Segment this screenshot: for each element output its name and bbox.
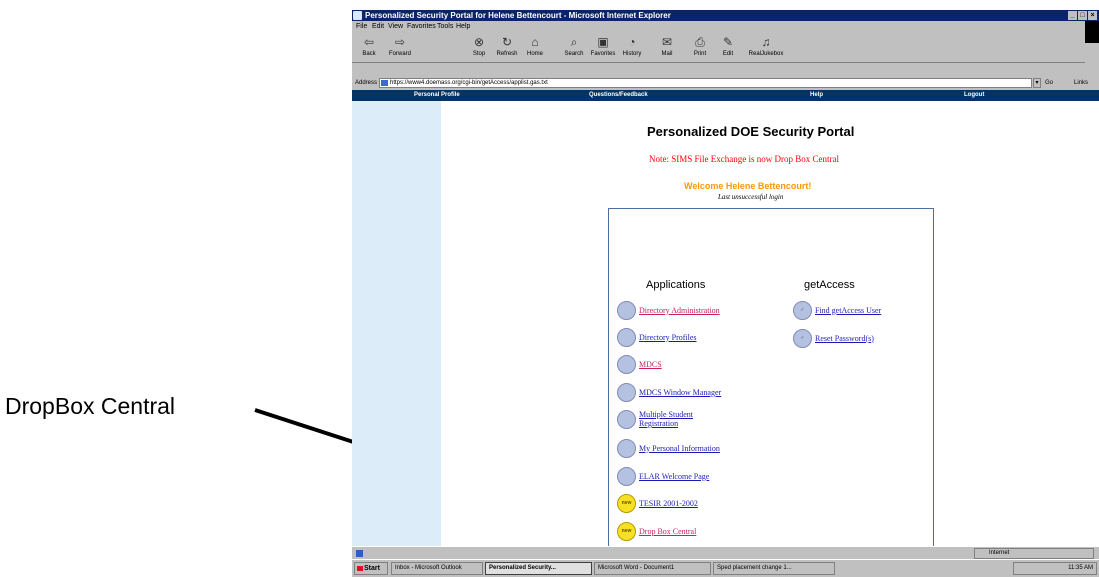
page-content: Personal Profile Questions/Feedback Help… [352, 90, 1099, 546]
browser-window: Personalized Security Portal for Helene … [352, 10, 1099, 577]
task-outlook[interactable]: Inbox - Microsoft Outlook [391, 562, 483, 575]
menu-file[interactable]: File [356, 21, 367, 32]
app-mdcs[interactable]: MDCS [617, 354, 662, 374]
app-directory-profiles[interactable]: Directory Profiles [617, 327, 697, 347]
internet-zone-text: Internet [989, 550, 1010, 556]
security-zone: Internet [974, 548, 1094, 559]
refresh-button[interactable]: ↻ Refresh [492, 34, 522, 60]
windows-logo-icon [1085, 21, 1099, 43]
clock: 11:35 AM [1068, 565, 1093, 571]
portal-nav: Personal Profile Questions/Feedback Help… [352, 90, 1099, 101]
stop-button[interactable]: ⊗ Stop [464, 34, 494, 60]
welcome-text: Welcome Helene Bettencourt! [684, 181, 812, 191]
notice-text: Note: SIMS File Exchange is now Drop Box… [649, 154, 839, 164]
chevron-down-icon[interactable]: ▾ [1033, 78, 1041, 88]
forward-arrow-icon: ⇨ [394, 35, 406, 49]
application-icon [617, 327, 636, 347]
app-multiple-student-registration[interactable]: Multiple Student Registration [617, 408, 699, 430]
edit-icon: ✎ [722, 35, 734, 49]
application-icon [617, 438, 636, 458]
ie-status-icon [356, 550, 363, 557]
history-button[interactable]: ◔ History [617, 34, 647, 60]
mail-icon: ✉ [661, 35, 673, 49]
menu-favorites[interactable]: Favorites [407, 21, 436, 32]
stop-icon: ⊗ [473, 35, 485, 49]
refresh-icon: ↻ [501, 35, 513, 49]
page-title: Personalized DOE Security Portal [647, 124, 855, 139]
window-controls: _ □ × [1068, 11, 1097, 20]
search-icon: ⌕ [570, 35, 578, 49]
edit-button[interactable]: ✎ Edit [713, 34, 743, 60]
system-tray: 11:35 AM [1013, 562, 1097, 575]
history-icon: ◔ [628, 35, 636, 49]
taskbar: Start Inbox - Microsoft Outlook Personal… [352, 559, 1099, 577]
getaccess-heading: getAccess [804, 279, 855, 291]
title-bar: Personalized Security Portal for Helene … [352, 10, 1099, 21]
realjukebox-button[interactable]: ♫ RealJukebox [742, 34, 790, 60]
status-bar: Internet [352, 546, 1099, 560]
back-arrow-icon: ⇦ [363, 35, 375, 49]
nav-help[interactable]: Help [810, 90, 823, 101]
start-button[interactable]: Start [354, 562, 388, 575]
windows-flag-icon [357, 566, 363, 571]
app-tesir-2001-2002[interactable]: new TESIR 2001-2002 [617, 493, 698, 513]
callout-label: DropBox Central [5, 393, 176, 419]
realjukebox-icon: ♫ [761, 35, 771, 49]
getaccess-icon: ✓ [793, 300, 812, 320]
close-button[interactable]: × [1088, 11, 1097, 20]
menu-help[interactable]: Help [456, 21, 470, 32]
page-icon [381, 80, 388, 86]
app-directory-administration[interactable]: Directory Administration [617, 300, 720, 320]
maximize-button[interactable]: □ [1078, 11, 1087, 20]
menu-edit[interactable]: Edit [372, 21, 384, 32]
applications-heading: Applications [646, 279, 706, 291]
home-button[interactable]: ⌂ Home [520, 34, 550, 60]
application-icon [617, 466, 636, 486]
app-drop-box-central[interactable]: new Drop Box Central [617, 521, 696, 541]
minimize-button[interactable]: _ [1068, 11, 1077, 20]
application-icon [617, 300, 636, 320]
search-button[interactable]: ⌕ Search [559, 34, 589, 60]
new-badge-icon: new [617, 493, 636, 513]
address-url: https://www4.doemass.org/cgi-bin/getAcce… [390, 80, 548, 86]
menu-bar: File Edit View Favorites Tools Help [352, 21, 1099, 32]
app-elar-welcome-page[interactable]: ELAR Welcome Page [617, 466, 709, 486]
toolbar: ⇦ Back ⇨ Forward ⊗ Stop ↻ Refresh ⌂ Home ⌕ Sea… [352, 32, 1085, 63]
home-icon: ⌂ [531, 35, 539, 49]
favorites-icon: ▣ [597, 35, 609, 49]
print-button[interactable]: ⎙ Print [685, 34, 715, 60]
task-security-portal[interactable]: Personalized Security... [485, 562, 592, 575]
nav-personal-profile[interactable]: Personal Profile [414, 90, 460, 101]
menu-view[interactable]: View [388, 21, 403, 32]
window-title: Personalized Security Portal for Helene … [365, 11, 671, 20]
application-icon [617, 354, 636, 374]
new-badge-icon: new [617, 521, 636, 541]
nav-questions-feedback[interactable]: Questions/Feedback [589, 90, 648, 101]
application-icon [617, 382, 636, 402]
last-login-text: Last unsuccessful login [718, 193, 784, 201]
left-column [352, 101, 441, 546]
menu-tools[interactable]: Tools [437, 21, 453, 32]
app-mdcs-window-manager[interactable]: MDCS Window Manager [617, 382, 721, 402]
forward-button[interactable]: ⇨ Forward [385, 34, 415, 60]
task-word[interactable]: Microsoft Word - Document1 [594, 562, 711, 575]
favorites-button[interactable]: ▣ Favorites [588, 34, 618, 60]
getaccess-icon: ✓ [793, 328, 812, 348]
links-button[interactable]: Links [1074, 77, 1088, 89]
address-bar: Address https://www4.doemass.org/cgi-bin… [352, 77, 1099, 89]
task-sped-placement[interactable]: Sped placement change 1... [713, 562, 835, 575]
print-icon: ⎙ [695, 35, 705, 49]
address-label: Address [355, 80, 378, 86]
app-my-personal-information[interactable]: My Personal Information [617, 438, 720, 458]
go-button[interactable]: Go [1045, 77, 1053, 89]
address-field[interactable]: https://www4.doemass.org/cgi-bin/getAcce… [379, 78, 1032, 88]
getaccess-reset-password[interactable]: ✓ Reset Password(s) [793, 328, 874, 348]
ie-icon [353, 11, 362, 20]
application-icon [617, 409, 636, 429]
getaccess-find-user[interactable]: ✓ Find getAccess User [793, 300, 881, 320]
nav-logout[interactable]: Logout [964, 90, 984, 101]
mail-button[interactable]: ✉ Mail [652, 34, 682, 60]
applications-panel: Applications getAccess Directory Adminis… [608, 208, 934, 546]
back-button[interactable]: ⇦ Back [354, 34, 384, 60]
